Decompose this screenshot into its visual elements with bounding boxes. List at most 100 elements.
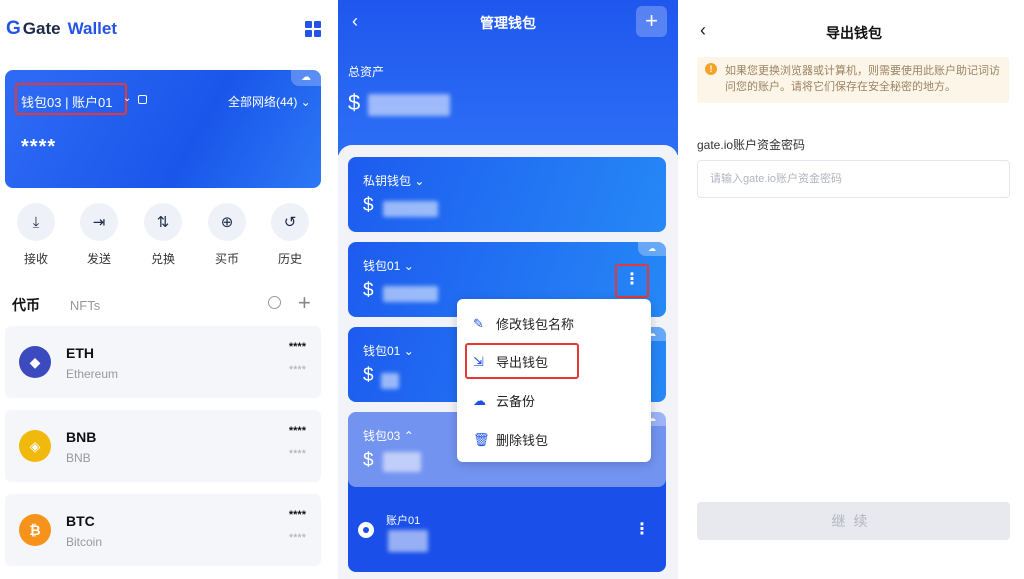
action-label: 发送 — [86, 252, 111, 266]
wallet-name[interactable]: 私钥钱包 ⌄ — [363, 172, 424, 189]
copy-icon[interactable] — [138, 95, 147, 104]
wallet-currency: $ — [363, 195, 374, 216]
wallet-currency: $ — [363, 450, 374, 471]
token-amount: **** — [288, 425, 306, 437]
warning-banner: ! 如果您更换浏览器或计算机，则需要使用此账户助记词访问您的账户。请将它们保存在… — [697, 57, 1009, 103]
menu-item-label: 删除钱包 — [496, 433, 549, 448]
asset-tabs: 代币 NFTs — [12, 295, 100, 315]
wallet-balance-blurred — [383, 452, 421, 472]
wallet-card-private-key[interactable]: 私钥钱包 ⌄ $ — [348, 157, 666, 232]
token-symbol: ETH — [66, 345, 94, 361]
chevron-down-icon[interactable]: ⌄ — [123, 93, 131, 104]
wallet-name-label: 钱包01 — [363, 259, 401, 273]
token-value: **** — [288, 448, 306, 460]
wallet-name[interactable]: 钱包03 ⌃ — [363, 427, 414, 444]
action-label: 接收 — [23, 252, 48, 266]
token-amount: **** — [288, 341, 306, 353]
menu-item-export[interactable]: ⇲ 导出钱包 — [473, 352, 548, 371]
manage-wallet-panel: ‹ 管理钱包 + 总资产 $ 私钥钱包 ⌄ $ ☁ 钱包01 ⌄ $ ☁ 钱包0… — [338, 0, 678, 579]
account-more-icon[interactable]: ⋮ — [634, 519, 650, 539]
swap-icon: ⇅ — [144, 203, 182, 241]
buy-icon: ⊕ — [208, 203, 246, 241]
wallet-options-menu: ✎ 修改钱包名称 ⇲ 导出钱包 ☁ 云备份 🗑 删除钱包 — [457, 299, 651, 462]
wallet-balance-blurred — [381, 373, 399, 389]
export-wallet-panel: ‹ 导出钱包 ! 如果您更换浏览器或计算机，则需要使用此账户助记词访问您的账户。… — [684, 0, 1024, 579]
wallet-currency: $ — [363, 280, 374, 301]
tab-tokens[interactable]: 代币 — [12, 297, 40, 313]
action-label: 兑换 — [150, 252, 175, 266]
total-assets-label: 总资产 — [348, 65, 385, 79]
bnb-icon: ◈ — [19, 430, 51, 462]
token-name: Bitcoin — [66, 535, 103, 549]
menu-item-rename[interactable]: ✎ 修改钱包名称 — [473, 314, 574, 333]
total-assets-blurred — [368, 94, 450, 116]
wallet-balance-blurred — [383, 286, 438, 302]
btc-icon: ₿ — [19, 514, 51, 546]
edit-icon: ✎ — [473, 315, 484, 331]
token-row[interactable]: ◆ ETH Ethereum **** **** — [5, 326, 321, 398]
action-label: 历史 — [277, 252, 302, 266]
wallet-home-panel: G Gate Wallet ☁ 钱包03 | 账户01 ⌄ 全部网络(44) ⌄… — [0, 0, 330, 579]
fund-password-input[interactable] — [697, 160, 1010, 198]
export-icon: ⇲ — [473, 353, 484, 369]
token-value: **** — [288, 364, 306, 376]
account-balance-blurred — [388, 530, 428, 552]
action-send[interactable]: ⇥ 发送 — [79, 203, 119, 267]
action-receive[interactable]: ⤓ 接收 — [16, 203, 56, 267]
action-label: 买币 — [214, 252, 239, 266]
apps-grid-icon[interactable] — [305, 21, 321, 37]
gate-wallet-logo: G Gate Wallet — [6, 18, 117, 40]
token-value: **** — [288, 532, 306, 544]
wallet-name-label: 私钥钱包 — [363, 174, 412, 188]
logo-text: Gate — [22, 19, 61, 38]
add-wallet-button[interactable]: + — [636, 6, 667, 37]
page-title: 管理钱包 — [480, 15, 536, 31]
continue-button[interactable]: 继续 — [697, 502, 1010, 540]
token-name: Ethereum — [66, 367, 119, 381]
menu-item-label: 导出钱包 — [496, 355, 549, 370]
delete-icon: 🗑 — [473, 431, 490, 447]
total-assets-currency: $ — [348, 90, 361, 115]
account-name: 账户01 — [386, 515, 421, 527]
token-symbol: BNB — [66, 429, 97, 445]
menu-item-cloud-backup[interactable]: ☁ 云备份 — [473, 391, 535, 410]
action-history[interactable]: ↺ 历史 — [270, 203, 310, 267]
wallet-name-label: 钱包01 — [363, 344, 401, 358]
download-icon: ⤓ — [17, 203, 55, 241]
wallet-name[interactable]: 钱包01 ⌄ — [363, 342, 414, 359]
token-row[interactable]: ◈ BNB BNB **** **** — [5, 410, 321, 482]
add-token-icon[interactable]: + — [298, 290, 311, 316]
wallet-currency: $ — [363, 365, 374, 386]
wallet-card: ☁ 钱包03 | 账户01 ⌄ 全部网络(44) ⌄ **** — [5, 70, 321, 188]
eth-icon: ◆ — [19, 346, 51, 378]
cloud-icon: ☁ — [638, 242, 666, 256]
network-selector[interactable]: 全部网络(44) ⌄ — [228, 93, 311, 110]
send-icon: ⇥ — [80, 203, 118, 241]
token-symbol: BTC — [66, 513, 95, 529]
password-label: gate.io账户资金密码 — [697, 138, 806, 152]
balance-hidden: **** — [21, 136, 57, 158]
gate-logo-icon: G — [6, 18, 21, 39]
token-amount: **** — [288, 509, 306, 521]
menu-item-delete[interactable]: 🗑 删除钱包 — [473, 430, 548, 449]
tab-nfts[interactable]: NFTs — [70, 298, 100, 313]
action-buy[interactable]: ⊕ 买币 — [207, 203, 247, 267]
cloud-icon: ☁ — [291, 70, 321, 86]
cloud-icon: ☁ — [473, 392, 486, 408]
history-icon: ↺ — [271, 203, 309, 241]
menu-item-label: 云备份 — [496, 394, 536, 409]
action-swap[interactable]: ⇅ 兑换 — [143, 203, 183, 267]
wallet-name[interactable]: 钱包01 ⌄ — [363, 257, 414, 274]
network-label: 全部网络(44) — [228, 95, 298, 109]
menu-item-label: 修改钱包名称 — [496, 317, 575, 332]
search-icon[interactable] — [268, 296, 281, 309]
logo-suffix: Wallet — [67, 19, 118, 38]
token-name: BNB — [66, 451, 91, 465]
wallet-selector[interactable]: 钱包03 | 账户01 — [21, 92, 113, 111]
more-options-icon[interactable]: ⋮ — [615, 264, 649, 298]
warning-icon: ! — [705, 63, 717, 75]
account-radio-selected[interactable] — [358, 522, 374, 538]
token-row[interactable]: ₿ BTC Bitcoin **** **** — [5, 494, 321, 566]
page-title: 导出钱包 — [826, 25, 882, 41]
warning-text: 如果您更换浏览器或计算机，则需要使用此账户助记词访问您的账户。请将它们保存在安全… — [725, 65, 1000, 93]
